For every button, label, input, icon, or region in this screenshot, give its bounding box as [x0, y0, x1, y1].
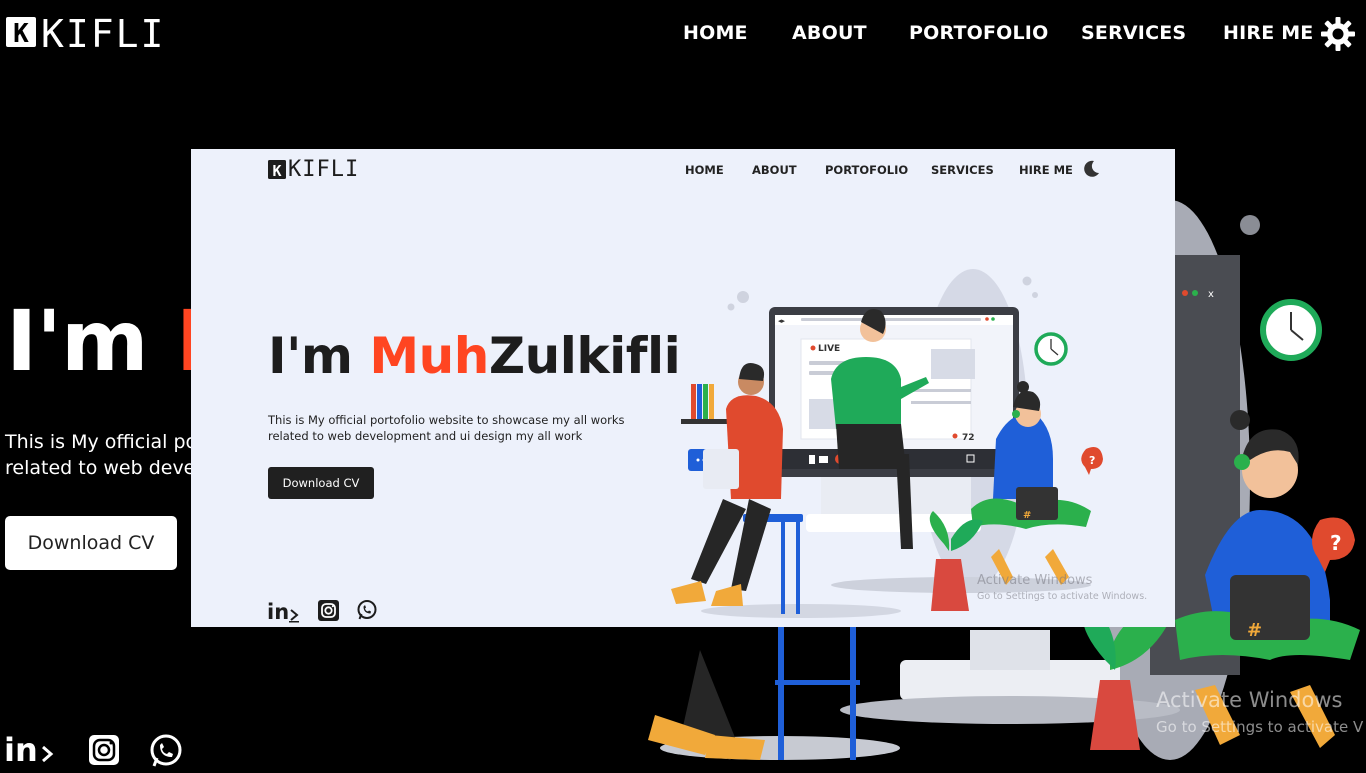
nav-hire-me[interactable]: HIRE ME	[1223, 22, 1313, 44]
inset-download-cv-button[interactable]: Download CV	[268, 467, 374, 499]
inset-activate-windows-subtitle: Go to Settings to activate Windows.	[977, 591, 1148, 602]
nav-about[interactable]: ABOUT	[792, 22, 867, 44]
svg-text:?: ?	[1330, 531, 1342, 555]
gear-icon[interactable]	[1320, 16, 1356, 56]
instagram-icon[interactable]	[87, 733, 121, 771]
inset-logo-mark: K	[268, 160, 286, 180]
activate-windows-subtitle: Go to Settings to activate V	[1156, 718, 1364, 736]
download-cv-button[interactable]: Download CV	[5, 516, 177, 570]
svg-text:◂▸: ◂▸	[778, 317, 786, 325]
svg-text:?: ?	[1089, 454, 1095, 467]
activate-windows-title: Activate Windows	[1156, 688, 1343, 712]
viewer-count: 72	[962, 433, 975, 443]
svg-text:in: in	[267, 600, 289, 623]
inset-light-screenshot: K KIFLI HOME ABOUT PORTOFOLIO SERVICES H…	[191, 149, 1175, 627]
inset-nav-about[interactable]: ABOUT	[752, 163, 797, 177]
live-badge: LIVE	[818, 344, 840, 354]
inset-nav-portofolio[interactable]: PORTOFOLIO	[825, 163, 908, 177]
svg-text:#: #	[1023, 510, 1031, 521]
inset-site-logo[interactable]: K KIFLI	[268, 157, 358, 184]
inset-nav-hire-me[interactable]: HIRE ME	[1019, 163, 1073, 177]
inset-hero-description: This is My official portofolio website t…	[268, 413, 625, 443]
inset-linkedin-icon[interactable]: in	[267, 599, 301, 627]
inset-whatsapp-icon[interactable]	[356, 599, 378, 625]
nav-portofolio[interactable]: PORTOFOLIO	[909, 22, 1048, 44]
svg-text:x: x	[1208, 289, 1214, 300]
inset-logo-text: KIFLI	[288, 157, 360, 182]
nav-services[interactable]: SERVICES	[1081, 22, 1186, 44]
inset-hero-illustration: ◂▸ LIVE 72 # ?	[671, 269, 1103, 618]
nav-home[interactable]: HOME	[683, 22, 748, 44]
svg-text:K: K	[13, 19, 29, 49]
site-logo[interactable]: K KIFLI	[5, 12, 163, 56]
inset-instagram-icon[interactable]	[318, 600, 339, 625]
logo-text: KIFLI	[41, 12, 166, 56]
svg-text:in: in	[4, 733, 38, 765]
inset-activate-windows-title: Activate Windows	[977, 573, 1093, 588]
whatsapp-icon[interactable]	[148, 733, 184, 773]
linkedin-icon[interactable]: in	[4, 731, 56, 769]
inset-nav-home[interactable]: HOME	[685, 163, 724, 177]
svg-text:K: K	[272, 162, 281, 180]
inset-nav-services[interactable]: SERVICES	[931, 163, 994, 177]
inset-hero-heading: I'm MuhZulkifli	[268, 327, 681, 385]
moon-icon[interactable]	[1081, 159, 1101, 183]
hero-description: This is My official po related to web de…	[5, 431, 198, 479]
svg-text:#: #	[1247, 620, 1262, 641]
